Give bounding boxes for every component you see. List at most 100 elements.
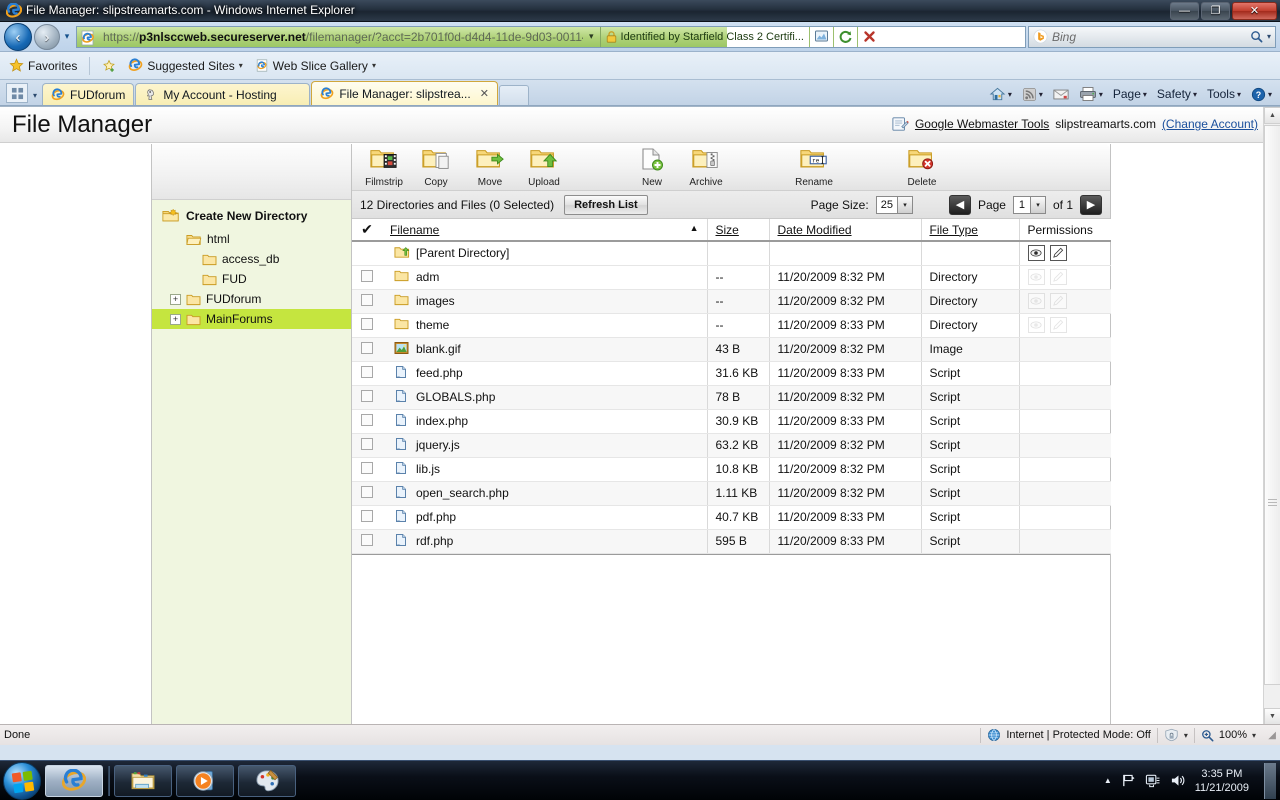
network-icon[interactable] (1145, 773, 1161, 788)
restore-button[interactable]: ❐ (1201, 2, 1230, 20)
row-checkbox[interactable] (361, 293, 373, 306)
security-certificate-badge[interactable]: Identified by Starfield Class 2 Certifi.… (601, 30, 809, 43)
taskbar-paint[interactable] (238, 764, 296, 797)
table-row[interactable]: blank.gif 43 B 11/20/2009 8:32 PM Image (352, 337, 1111, 362)
table-row[interactable]: lib.js 10.8 KB 11/20/2009 8:32 PM Script (352, 457, 1111, 482)
column-label[interactable]: File Type (930, 223, 978, 237)
row-filename[interactable]: jquery.js (382, 433, 707, 458)
row-checkbox[interactable] (361, 269, 373, 282)
taskbar-clock[interactable]: 3:35 PM 11/21/2009 (1195, 767, 1249, 795)
minimize-button[interactable]: — (1170, 2, 1199, 20)
home-button[interactable]: ▾ (985, 85, 1016, 103)
table-row[interactable]: adm -- 11/20/2009 8:32 PM Directory (352, 265, 1111, 290)
new-button[interactable]: New (622, 147, 682, 188)
row-checkbox[interactable] (361, 461, 373, 474)
taskbar-windows-media-player[interactable] (176, 764, 234, 797)
row-filename[interactable]: lib.js (382, 457, 707, 482)
change-account-link[interactable]: (Change Account) (1162, 117, 1258, 131)
tab-close-icon[interactable]: ✕ (480, 87, 489, 100)
tree-node-access-db[interactable]: access_db (152, 249, 351, 269)
row-checkbox[interactable] (361, 437, 373, 450)
filename-label[interactable]: lib.js (416, 462, 440, 476)
table-row[interactable]: theme -- 11/20/2009 8:33 PM Directory (352, 313, 1111, 338)
search-dropdown-icon[interactable]: ▾ (1267, 32, 1271, 41)
tree-node-mainforums[interactable]: + MainForums (152, 309, 351, 329)
recent-pages-button[interactable]: ▾ (60, 31, 74, 42)
filename-label[interactable]: index.php (416, 414, 468, 428)
safety-menu-button[interactable]: Safety ▾ (1153, 86, 1201, 102)
previous-page-button[interactable]: ◀ (948, 194, 971, 215)
filename-label[interactable]: pdf.php (416, 510, 456, 524)
resize-grip[interactable]: ◢ (1262, 730, 1276, 741)
table-row[interactable]: [Parent Directory] (352, 241, 1111, 266)
row-filename[interactable]: index.php (382, 409, 707, 434)
archive-button[interactable]: Archive (676, 147, 736, 188)
back-button[interactable]: ‹ (4, 22, 32, 51)
filename-label[interactable]: images (416, 294, 455, 308)
page-scrollbar[interactable]: ▲ ▼ (1263, 107, 1280, 724)
column-label[interactable]: Date Modified (778, 223, 852, 237)
create-new-directory-button[interactable]: Create New Directory (152, 200, 351, 229)
filename-label[interactable]: adm (416, 270, 439, 284)
feeds-button[interactable]: ▾ (1018, 86, 1047, 103)
web-slice-gallery-button[interactable]: Web Slice Gallery ▾ (252, 56, 379, 75)
refresh-list-button[interactable]: Refresh List (564, 194, 648, 215)
stop-button[interactable] (856, 26, 881, 47)
forward-button[interactable]: › (34, 23, 60, 50)
table-row[interactable]: index.php 30.9 KB 11/20/2009 8:33 PM Scr… (352, 409, 1111, 434)
tree-expand-icon[interactable]: + (170, 293, 181, 305)
row-filename[interactable]: feed.php (382, 361, 707, 386)
scrollbar-thumb[interactable] (1264, 125, 1280, 685)
address-bar[interactable]: https://p3nlsccweb.secureserver.net/file… (76, 25, 1026, 48)
filename-label[interactable]: jquery.js (416, 438, 460, 452)
filename-label[interactable]: feed.php (416, 366, 463, 380)
suggested-sites-button[interactable]: Suggested Sites ▾ (125, 56, 245, 75)
show-desktop-button[interactable] (1264, 762, 1276, 799)
row-checkbox[interactable] (361, 341, 373, 354)
tree-node-fudforum[interactable]: + FUDforum (152, 289, 351, 309)
search-input[interactable]: Bing (1052, 30, 1246, 44)
row-checkbox[interactable] (361, 485, 373, 498)
tab-file-manager[interactable]: File Manager: slipstrea... ✕ (311, 81, 498, 105)
row-filename[interactable]: open_search.php (382, 481, 707, 506)
row-filename[interactable]: images (382, 289, 707, 314)
tab-fudforum[interactable]: FUDforum (42, 83, 135, 105)
copy-button[interactable]: Copy (406, 147, 466, 188)
close-button[interactable]: ✕ (1232, 2, 1277, 20)
start-button[interactable] (3, 761, 41, 800)
filename-label[interactable]: GLOBALS.php (416, 390, 495, 404)
filmstrip-button[interactable]: Filmstrip (354, 147, 414, 188)
page-size-select[interactable]: 25 ▾ (875, 195, 913, 214)
column-header-size[interactable]: Size (706, 219, 769, 242)
filename-label[interactable]: [Parent Directory] (416, 246, 509, 260)
row-filename[interactable]: [Parent Directory] (382, 241, 707, 266)
add-to-favorites-bar-button[interactable] (99, 57, 119, 75)
taskbar-internet-explorer[interactable] (45, 764, 103, 797)
filename-label[interactable]: theme (416, 318, 449, 332)
table-row[interactable]: rdf.php 595 B 11/20/2009 8:33 PM Script (352, 529, 1111, 554)
row-checkbox[interactable] (361, 533, 373, 546)
column-header-filename[interactable]: Filename ▲ (382, 219, 707, 242)
filename-label[interactable]: blank.gif (416, 342, 461, 356)
view-permission-button[interactable] (1027, 245, 1045, 262)
edit-permission-button[interactable] (1049, 245, 1067, 262)
action-center-flag-icon[interactable] (1121, 773, 1136, 788)
refresh-button[interactable] (832, 26, 857, 47)
next-page-button[interactable]: ▶ (1080, 194, 1102, 215)
row-filename[interactable]: rdf.php (382, 529, 707, 554)
tools-menu-button[interactable]: Tools ▾ (1203, 86, 1245, 102)
column-label[interactable]: Filename (390, 223, 439, 237)
filename-label[interactable]: rdf.php (416, 534, 453, 548)
quick-tabs-button[interactable] (6, 83, 28, 103)
taskbar-windows-explorer[interactable] (114, 764, 172, 797)
tab-list-button[interactable]: ▾ (28, 91, 42, 100)
row-checkbox[interactable] (361, 413, 373, 426)
table-row[interactable]: open_search.php 1.11 KB 11/20/2009 8:32 … (352, 481, 1111, 506)
row-filename[interactable]: blank.gif (382, 337, 707, 362)
row-filename[interactable]: pdf.php (382, 505, 707, 530)
tab-my-account-hosting[interactable]: My Account - Hosting (135, 83, 311, 105)
row-checkbox[interactable] (361, 365, 373, 378)
tree-expand-icon[interactable]: + (170, 313, 181, 325)
row-checkbox[interactable] (361, 509, 373, 522)
page-number-select[interactable]: 1 ▾ (1012, 195, 1046, 214)
